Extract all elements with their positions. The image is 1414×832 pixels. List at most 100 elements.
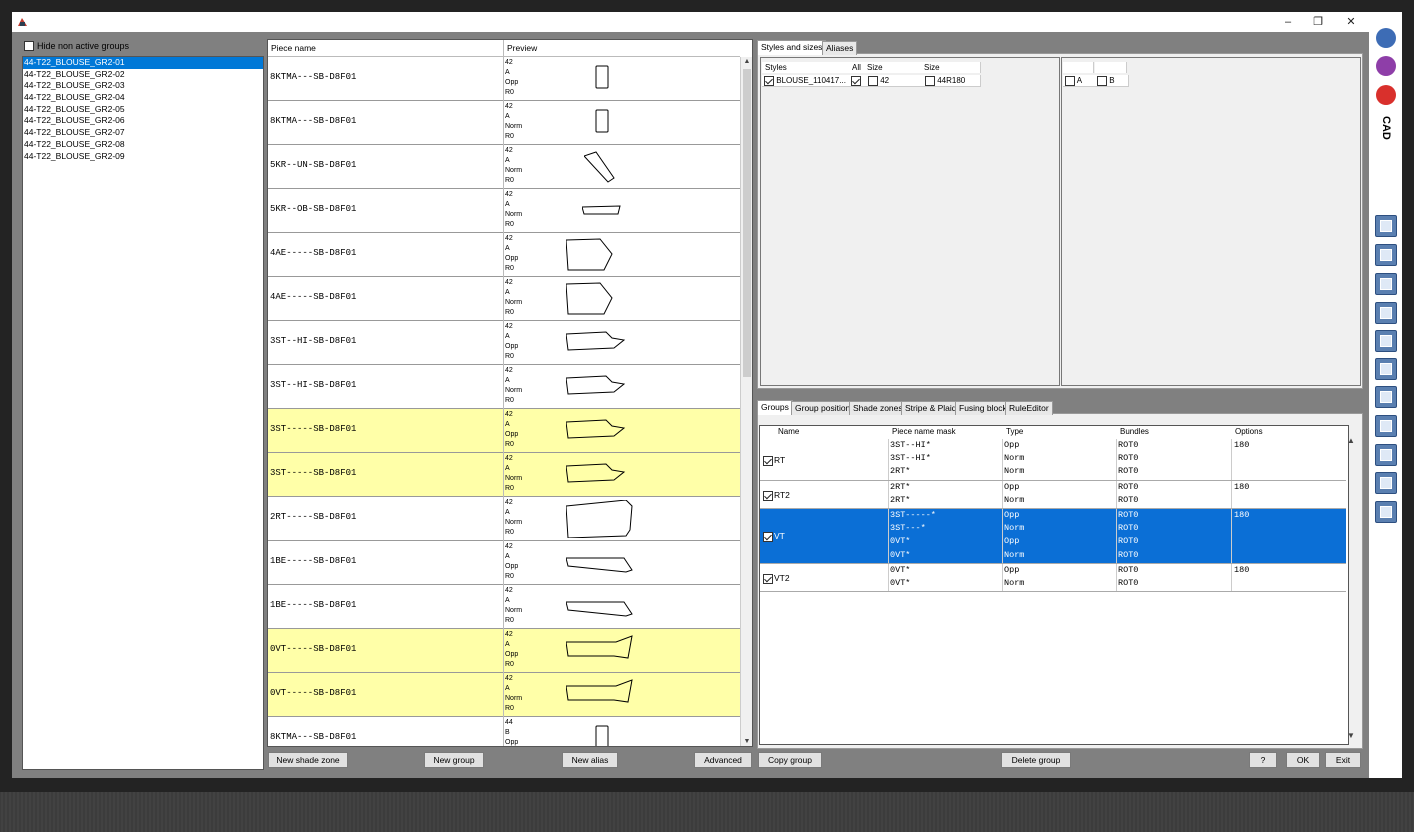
piece-row[interactable]: 5KR--OB-SB-D8F01 42 A Norm R0 bbox=[268, 189, 740, 233]
variant-b-label: B bbox=[1109, 76, 1115, 85]
piece-row[interactable]: 4AE-----SB-D8F01 42 A Opp R0 bbox=[268, 233, 740, 277]
wrench-icon[interactable] bbox=[1376, 85, 1396, 105]
variant-b-cell[interactable]: B bbox=[1095, 75, 1129, 87]
tab-aliases[interactable]: Aliases bbox=[822, 41, 858, 55]
groups-header-type[interactable]: Type bbox=[1004, 426, 1116, 438]
piece-row[interactable]: 1BE-----SB-D8F01 42 A Norm R0 bbox=[268, 585, 740, 629]
size-44r180-checkbox[interactable] bbox=[925, 75, 935, 86]
piece-row[interactable]: 3ST-----SB-D8F01 42 A Norm R0 bbox=[268, 453, 740, 497]
tab-groups[interactable]: Groups bbox=[757, 400, 793, 415]
all-cell[interactable] bbox=[850, 75, 867, 87]
measure-tool-icon[interactable] bbox=[1375, 244, 1397, 266]
group-list-item[interactable]: 44-T22_BLOUSE_GR2-01 bbox=[23, 57, 263, 69]
group-list-item[interactable]: 44-T22_BLOUSE_GR2-04 bbox=[23, 92, 263, 104]
piece-info-line: Opp bbox=[505, 343, 519, 350]
new-shade-zone-button[interactable]: New shade zone bbox=[268, 752, 348, 768]
tab-stripe-plaid[interactable]: Stripe & Plaid bbox=[901, 401, 961, 415]
piece-row[interactable]: 0VT-----SB-D8F01 42 A Opp R0 bbox=[268, 629, 740, 673]
advanced-button[interactable]: Advanced bbox=[694, 752, 752, 768]
pieces-scrollbar[interactable]: ▲ ▼ bbox=[740, 57, 752, 746]
shirt-icon[interactable] bbox=[1376, 56, 1396, 76]
col-line bbox=[1002, 481, 1003, 508]
scroll-up-icon[interactable]: ▲ bbox=[741, 58, 752, 65]
nest-tool-icon[interactable] bbox=[1375, 472, 1397, 494]
calculator-tool-icon[interactable] bbox=[1375, 302, 1397, 324]
export-tool-icon[interactable] bbox=[1375, 386, 1397, 408]
plotter-tool-icon[interactable] bbox=[1375, 501, 1397, 523]
close-button[interactable]: ✕ bbox=[1341, 14, 1361, 30]
group-list-item[interactable]: 44-T22_BLOUSE_GR2-06 bbox=[23, 115, 263, 127]
walking-figure-icon[interactable] bbox=[1376, 28, 1396, 48]
group-list-item[interactable]: 44-T22_BLOUSE_GR2-08 bbox=[23, 139, 263, 151]
tab-rule-editor[interactable]: RuleEditor bbox=[1005, 401, 1053, 415]
scroll-thumb[interactable] bbox=[743, 69, 751, 377]
hide-non-active-row[interactable]: Hide non active groups bbox=[24, 40, 129, 51]
layout-tool-icon[interactable] bbox=[1375, 273, 1397, 295]
variant-a-cell[interactable]: A bbox=[1063, 75, 1096, 87]
groups-header-bundles[interactable]: Bundles bbox=[1118, 426, 1230, 438]
groups-header-name[interactable]: Name bbox=[776, 426, 888, 438]
size-42-checkbox[interactable] bbox=[868, 75, 878, 86]
group-row[interactable]: VT2 0VT* 0VT* Opp Norm ROT0 ROT0 180 bbox=[760, 564, 1346, 592]
piece-row[interactable]: 3ST--HI-SB-D8F01 42 A Norm R0 bbox=[268, 365, 740, 409]
group-masks-line: 3ST-----* bbox=[890, 510, 936, 520]
group-active-checkbox[interactable] bbox=[763, 532, 773, 542]
size-cell-2[interactable]: 44R180 bbox=[923, 75, 981, 87]
group-list[interactable]: 44-T22_BLOUSE_GR2-01 44-T22_BLOUSE_GR2-02… bbox=[22, 56, 264, 770]
tab-group-position[interactable]: Group position bbox=[791, 401, 855, 415]
groups-header-options[interactable]: Options bbox=[1233, 426, 1345, 438]
pattern-edit-tool-icon[interactable] bbox=[1375, 215, 1397, 237]
piece-row[interactable]: 0VT-----SB-D8F01 42 A Norm R0 bbox=[268, 673, 740, 717]
size-cell-1[interactable]: 42 bbox=[866, 75, 925, 87]
piece-row[interactable]: 4AE-----SB-D8F01 42 A Norm R0 bbox=[268, 277, 740, 321]
piece-row[interactable]: 8KTMA---SB-D8F01 42 A Norm R0 bbox=[268, 101, 740, 145]
group-list-item[interactable]: 44-T22_BLOUSE_GR2-07 bbox=[23, 127, 263, 139]
group-row[interactable]: RT 3ST--HI* 3ST--HI* 2RT* Opp Norm Norm ROT0 ROT… bbox=[760, 439, 1346, 481]
groups-scroll-down-icon[interactable]: ▼ bbox=[1347, 731, 1355, 740]
group-active-checkbox[interactable] bbox=[763, 574, 773, 584]
ok-button[interactable]: OK bbox=[1286, 752, 1320, 768]
group-row[interactable]: VT 3ST-----* 3ST---* 0VT* 0VT* Opp Norm Opp Norm… bbox=[760, 509, 1346, 564]
delete-group-button[interactable]: Delete group bbox=[1001, 752, 1071, 768]
marker-tool-icon[interactable] bbox=[1375, 330, 1397, 352]
group-list-item[interactable]: 44-T22_BLOUSE_GR2-03 bbox=[23, 80, 263, 92]
group-active-checkbox[interactable] bbox=[763, 456, 773, 466]
restore-button[interactable]: ❐ bbox=[1308, 14, 1328, 30]
header-piece-name[interactable]: Piece name bbox=[268, 40, 503, 57]
piece-row[interactable]: 5KR--UN-SB-D8F01 42 A Norm R0 bbox=[268, 145, 740, 189]
all-checkbox[interactable] bbox=[851, 75, 861, 86]
minimize-button[interactable]: – bbox=[1278, 14, 1298, 30]
style-cell[interactable]: BLOUSE_110417... bbox=[762, 75, 852, 87]
piece-info-line: A bbox=[505, 641, 510, 648]
print-tool-icon[interactable] bbox=[1375, 358, 1397, 380]
groups-scroll-up-icon[interactable]: ▲ bbox=[1347, 436, 1355, 445]
new-group-button[interactable]: New group bbox=[424, 752, 484, 768]
piece-row[interactable]: 8KTMA---SB-D8F01 44 B Opp bbox=[268, 717, 740, 746]
copy-group-button[interactable]: Copy group bbox=[758, 752, 822, 768]
variant-a-checkbox[interactable] bbox=[1065, 75, 1075, 86]
groups-header-mask[interactable]: Piece name mask bbox=[890, 426, 1002, 438]
scroll-down-icon[interactable]: ▼ bbox=[741, 738, 752, 745]
group-list-item[interactable]: 44-T22_BLOUSE_GR2-09 bbox=[23, 151, 263, 163]
new-alias-button[interactable]: New alias bbox=[562, 752, 618, 768]
exit-button[interactable]: Exit bbox=[1325, 752, 1361, 768]
group-active-checkbox[interactable] bbox=[763, 491, 773, 501]
group-row[interactable]: RT2 2RT* 2RT* Opp Norm ROT0 ROT0 180 bbox=[760, 481, 1346, 509]
edit-tool-icon[interactable] bbox=[1375, 444, 1397, 466]
piece-row[interactable]: 3ST--HI-SB-D8F01 42 A Opp R0 bbox=[268, 321, 740, 365]
style-checkbox[interactable] bbox=[764, 75, 774, 86]
piece-row[interactable]: 2RT-----SB-D8F01 42 A Norm R0 bbox=[268, 497, 740, 541]
tab-shade-zones[interactable]: Shade zones bbox=[849, 401, 907, 415]
piece-row[interactable]: 8KTMA---SB-D8F01 42 A Opp R0 bbox=[268, 57, 740, 101]
cut-tool-icon[interactable] bbox=[1375, 415, 1397, 437]
tab-fusing-block[interactable]: Fusing block bbox=[955, 401, 1011, 415]
variant-b-checkbox[interactable] bbox=[1097, 75, 1107, 86]
tab-styles-and-sizes[interactable]: Styles and sizes bbox=[757, 40, 827, 55]
header-preview[interactable]: Preview bbox=[504, 40, 740, 57]
group-list-item[interactable]: 44-T22_BLOUSE_GR2-02 bbox=[23, 69, 263, 81]
help-button[interactable]: ? bbox=[1249, 752, 1277, 768]
group-list-item[interactable]: 44-T22_BLOUSE_GR2-05 bbox=[23, 104, 263, 116]
piece-row[interactable]: 1BE-----SB-D8F01 42 A Opp R0 bbox=[268, 541, 740, 585]
piece-row[interactable]: 3ST-----SB-D8F01 42 A Opp R0 bbox=[268, 409, 740, 453]
hide-non-active-checkbox[interactable] bbox=[24, 40, 34, 51]
